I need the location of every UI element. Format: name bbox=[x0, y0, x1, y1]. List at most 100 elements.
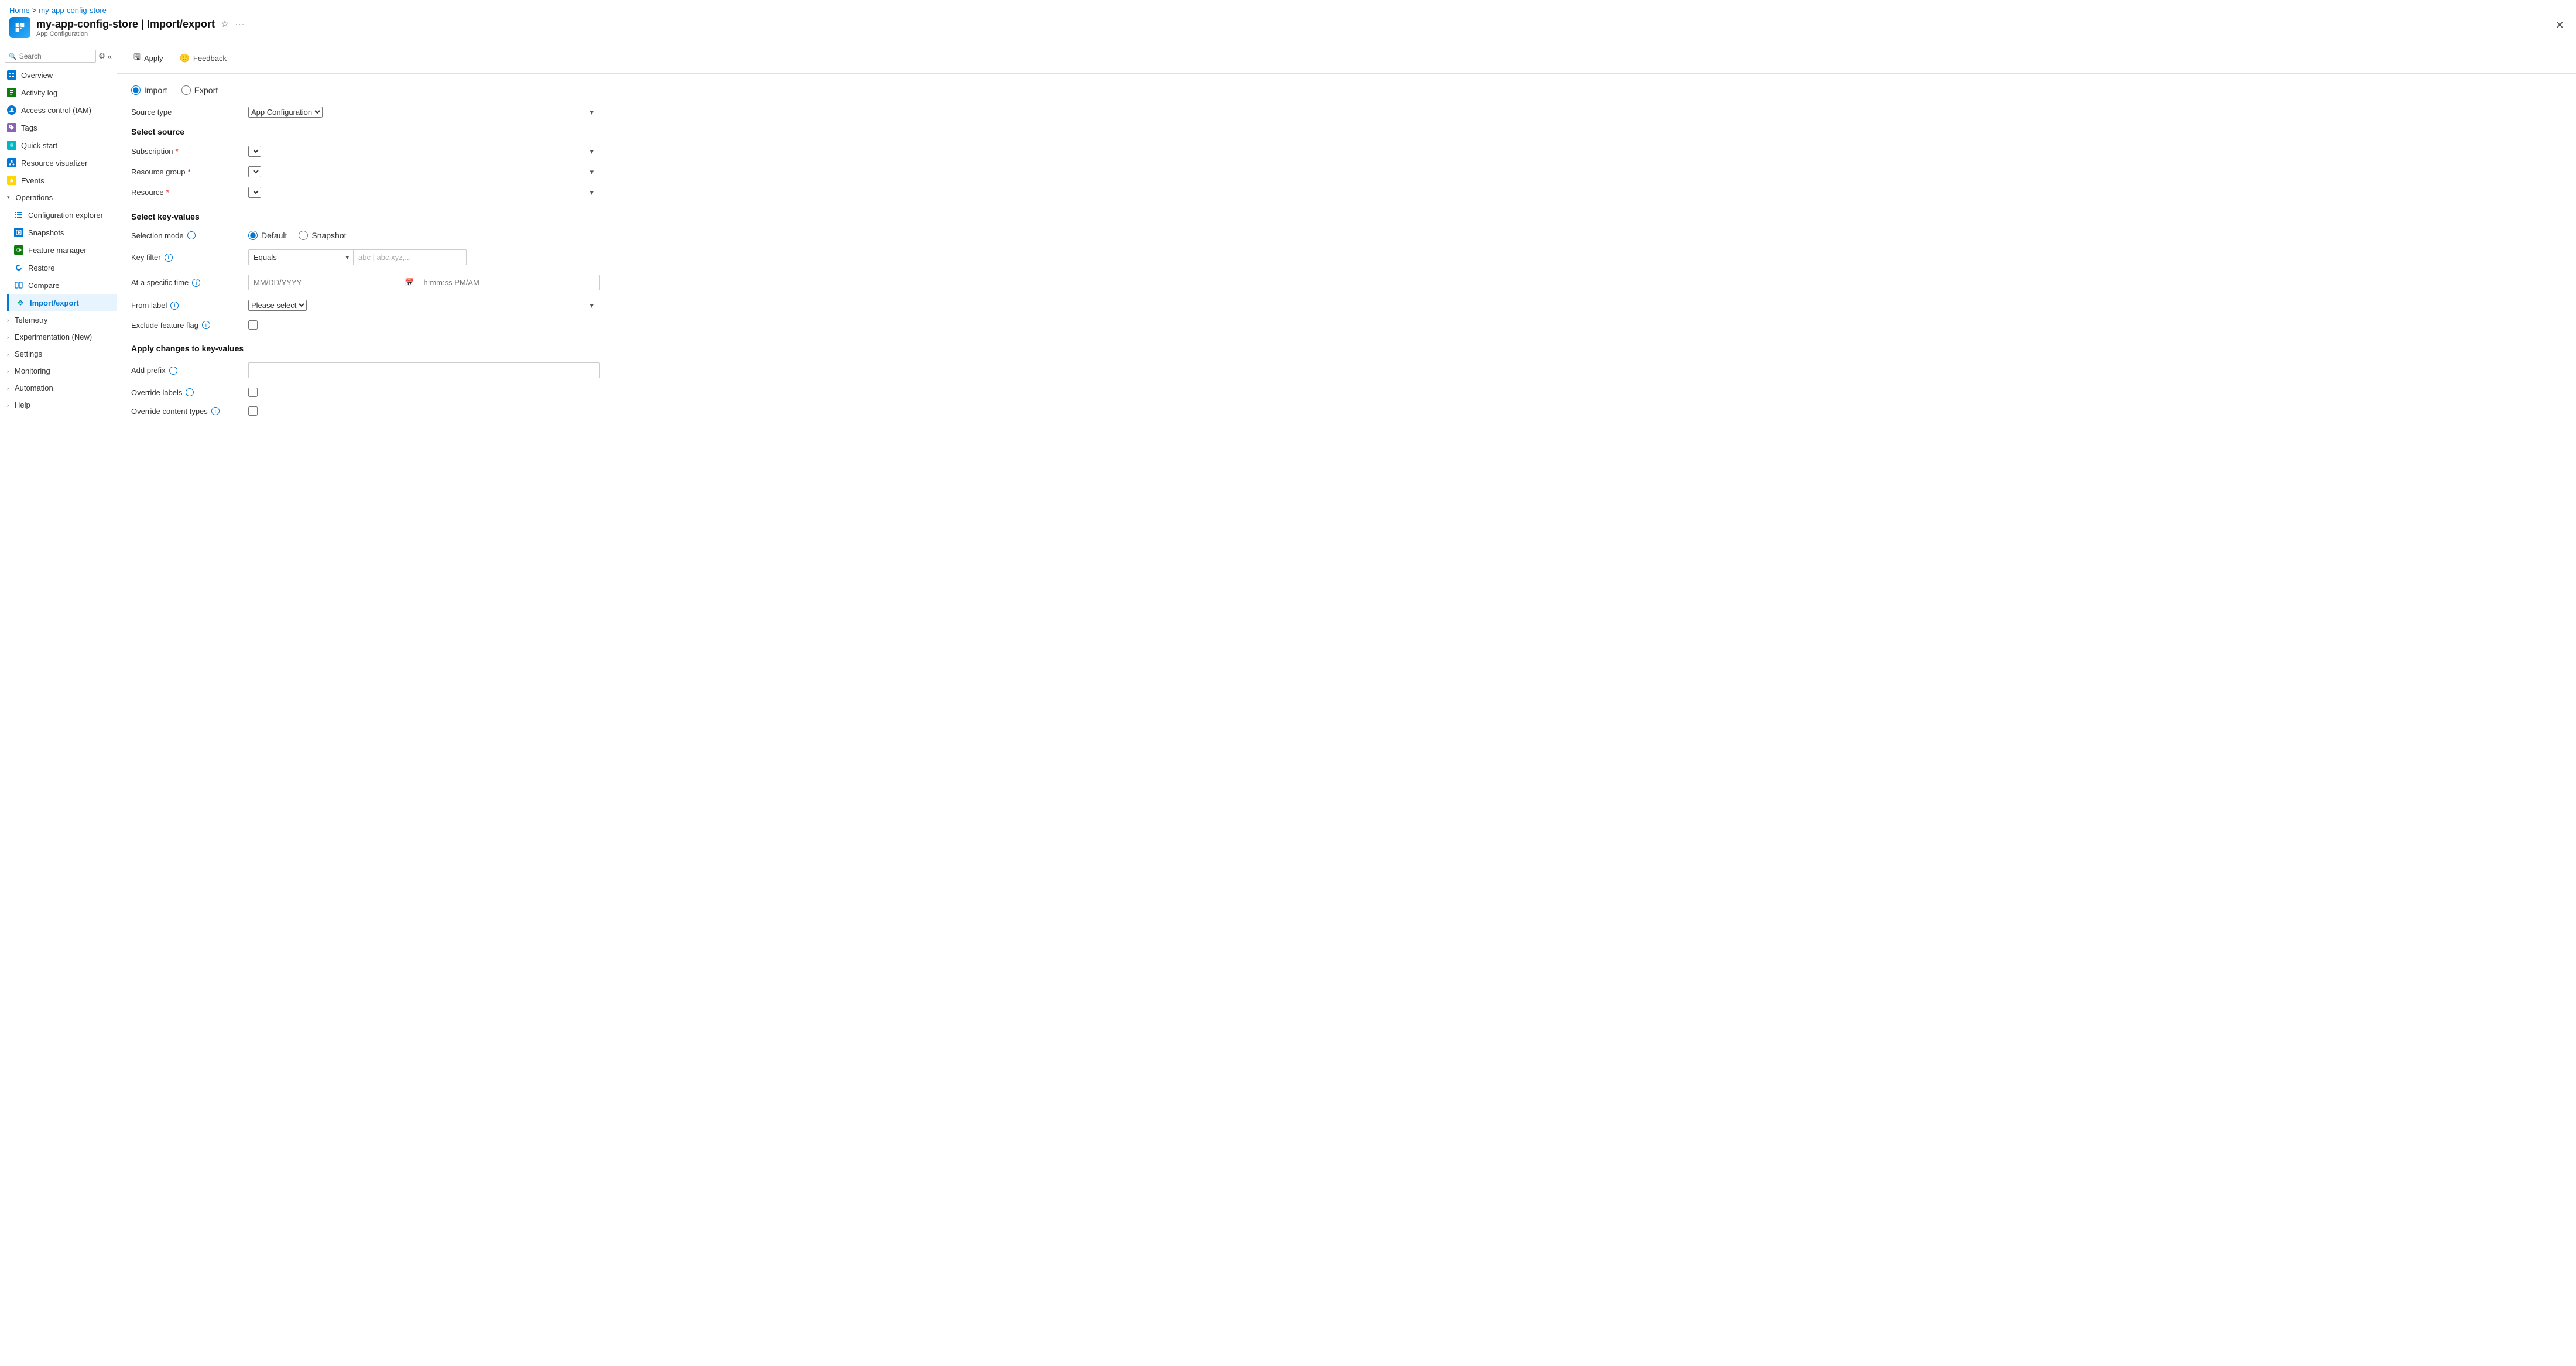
override-content-types-info-icon[interactable]: i bbox=[211, 407, 220, 415]
sidebar-item-snapshots[interactable]: Snapshots bbox=[7, 224, 117, 241]
selection-mode-label: Selection mode i bbox=[131, 231, 248, 240]
selection-mode-default-radio[interactable] bbox=[248, 231, 258, 240]
close-button[interactable]: ✕ bbox=[2553, 17, 2567, 34]
source-type-label: Source type bbox=[131, 108, 248, 117]
override-content-types-checkbox[interactable] bbox=[248, 406, 258, 416]
exclude-feature-flag-checkbox[interactable] bbox=[248, 320, 258, 330]
sidebar-label-access-control: Access control (IAM) bbox=[21, 106, 91, 115]
overview-icon bbox=[7, 70, 16, 80]
specific-time-info-icon[interactable]: i bbox=[192, 279, 200, 287]
override-labels-checkbox[interactable] bbox=[248, 388, 258, 397]
override-labels-label: Override labels i bbox=[131, 388, 248, 397]
source-type-select[interactable]: App Configuration Configuration file bbox=[248, 107, 323, 118]
add-prefix-row: Add prefix i bbox=[131, 362, 2562, 378]
sidebar-label-activity-log: Activity log bbox=[21, 88, 57, 97]
sidebar-section-telemetry[interactable]: › Telemetry bbox=[0, 311, 117, 328]
resource-group-control bbox=[248, 166, 600, 177]
main-content: 🖫 Apply 🙂 Feedback Import Export bbox=[117, 43, 2576, 1362]
import-radio[interactable] bbox=[131, 85, 141, 95]
key-filter-select[interactable]: Equals Starts with Wildcard bbox=[248, 249, 354, 265]
selection-mode-info-icon[interactable]: i bbox=[187, 231, 196, 239]
sidebar-section-settings[interactable]: › Settings bbox=[0, 345, 117, 362]
subscription-select[interactable] bbox=[248, 146, 261, 157]
sidebar-section-help[interactable]: › Help bbox=[0, 396, 117, 413]
add-prefix-info-icon[interactable]: i bbox=[169, 367, 177, 375]
export-radio-option[interactable]: Export bbox=[181, 85, 218, 95]
sidebar-section-automation[interactable]: › Automation bbox=[0, 379, 117, 396]
settings-icon[interactable]: ⚙ bbox=[98, 52, 105, 61]
more-icon[interactable]: ··· bbox=[235, 19, 245, 29]
sidebar-label-monitoring: Monitoring bbox=[15, 367, 50, 375]
import-export-icon bbox=[16, 298, 25, 307]
resource-group-row: Resource group * bbox=[131, 166, 2562, 177]
sidebar-item-restore[interactable]: Restore bbox=[7, 259, 117, 276]
sidebar-item-overview[interactable]: Overview bbox=[0, 66, 117, 84]
exclude-feature-flag-row: Exclude feature flag i bbox=[131, 320, 2562, 330]
selection-mode-snapshot-option[interactable]: Snapshot bbox=[299, 231, 346, 240]
add-prefix-control bbox=[248, 362, 600, 378]
sidebar-section-experimentation[interactable]: › Experimentation (New) bbox=[0, 328, 117, 345]
toolbar: 🖫 Apply 🙂 Feedback bbox=[117, 43, 2576, 74]
override-labels-info-icon[interactable]: i bbox=[186, 388, 194, 396]
add-prefix-input[interactable] bbox=[248, 362, 600, 378]
sidebar-item-events[interactable]: Events bbox=[0, 172, 117, 189]
from-label-control: Please select bbox=[248, 300, 600, 311]
search-input[interactable] bbox=[19, 52, 92, 60]
selection-mode-snapshot-radio[interactable] bbox=[299, 231, 308, 240]
sidebar-item-activity-log[interactable]: Activity log bbox=[0, 84, 117, 101]
form-content: Import Export Source type App Configurat… bbox=[117, 74, 2576, 437]
specific-time-row: At a specific time i 📅 bbox=[131, 275, 2562, 290]
sidebar: 🔍 ⚙ « Overview Activity log Access c bbox=[0, 43, 117, 1362]
resource-group-select[interactable] bbox=[248, 166, 261, 177]
sidebar-section-monitoring[interactable]: › Monitoring bbox=[0, 362, 117, 379]
time-input[interactable] bbox=[419, 275, 600, 290]
favorite-icon[interactable]: ☆ bbox=[221, 18, 229, 30]
from-label-info-icon[interactable]: i bbox=[170, 302, 179, 310]
sidebar-item-quick-start[interactable]: Quick start bbox=[0, 136, 117, 154]
sidebar-item-tags[interactable]: Tags bbox=[0, 119, 117, 136]
selection-mode-default-option[interactable]: Default bbox=[248, 231, 287, 240]
sidebar-item-compare[interactable]: Compare bbox=[7, 276, 117, 294]
resource-select[interactable] bbox=[248, 187, 261, 198]
apply-icon: 🖫 bbox=[133, 51, 141, 65]
from-label-label: From label i bbox=[131, 301, 248, 310]
override-content-types-control bbox=[248, 406, 258, 416]
events-icon bbox=[7, 176, 16, 185]
override-content-types-row: Override content types i bbox=[131, 406, 2562, 416]
calendar-icon[interactable]: 📅 bbox=[405, 278, 414, 287]
sidebar-item-resource-visualizer[interactable]: Resource visualizer bbox=[0, 154, 117, 172]
chevron-telemetry: › bbox=[7, 317, 9, 323]
resource-icon bbox=[9, 17, 30, 38]
collapse-icon[interactable]: « bbox=[108, 52, 112, 61]
exclude-feature-flag-info-icon[interactable]: i bbox=[202, 321, 210, 329]
sidebar-item-import-export[interactable]: Import/export bbox=[7, 294, 117, 311]
breadcrumb-home[interactable]: Home bbox=[9, 6, 30, 15]
export-radio[interactable] bbox=[181, 85, 191, 95]
restore-icon bbox=[14, 263, 23, 272]
feedback-button[interactable]: 🙂 Feedback bbox=[172, 50, 234, 67]
key-filter-info-icon[interactable]: i bbox=[165, 254, 173, 262]
breadcrumb-resource[interactable]: my-app-config-store bbox=[39, 6, 107, 15]
breadcrumb: Home > my-app-config-store bbox=[9, 2, 2567, 15]
sidebar-label-import-export: Import/export bbox=[30, 299, 79, 307]
sidebar-section-operations[interactable]: ▾ Operations bbox=[0, 189, 117, 206]
subscription-row: Subscription * bbox=[131, 146, 2562, 157]
import-radio-option[interactable]: Import bbox=[131, 85, 167, 95]
selection-mode-snapshot-label: Snapshot bbox=[311, 231, 346, 240]
date-input[interactable] bbox=[248, 275, 419, 290]
chevron-monitoring: › bbox=[7, 368, 9, 374]
operations-children: Configuration explorer Snapshots Feature… bbox=[0, 206, 117, 311]
sidebar-item-config-explorer[interactable]: Configuration explorer bbox=[7, 206, 117, 224]
override-labels-row: Override labels i bbox=[131, 388, 2562, 397]
sidebar-label-events: Events bbox=[21, 176, 44, 185]
sidebar-label-restore: Restore bbox=[28, 263, 55, 272]
from-label-select[interactable]: Please select bbox=[248, 300, 307, 311]
feature-manager-icon bbox=[14, 245, 23, 255]
apply-button[interactable]: 🖫 Apply bbox=[126, 47, 170, 69]
feedback-icon: 🙂 bbox=[179, 53, 189, 63]
selection-mode-control: Default Snapshot bbox=[248, 231, 347, 240]
sidebar-item-access-control[interactable]: Access control (IAM) bbox=[0, 101, 117, 119]
subscription-control bbox=[248, 146, 600, 157]
sidebar-item-feature-manager[interactable]: Feature manager bbox=[7, 241, 117, 259]
key-filter-input[interactable] bbox=[354, 249, 467, 265]
